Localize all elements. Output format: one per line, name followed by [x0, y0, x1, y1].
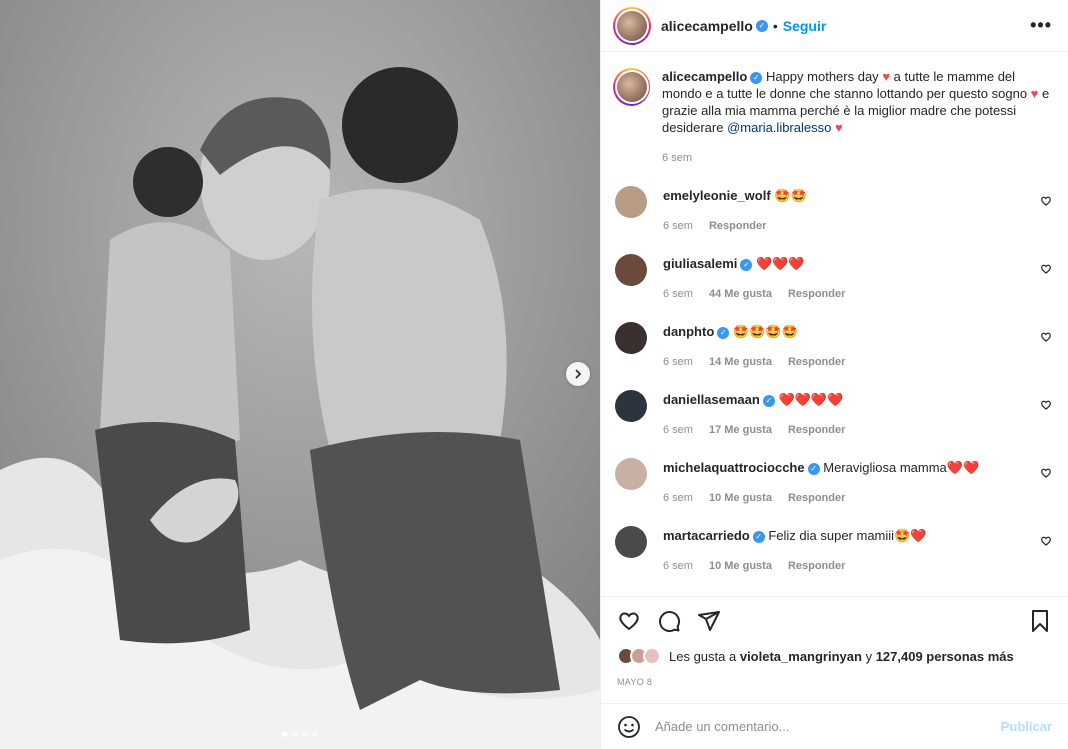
comment-input[interactable]	[655, 719, 1001, 734]
carousel-dot	[282, 731, 288, 737]
comment-row: danphto ✓ 🤩🤩🤩🤩 6 sem 14 Me gusta Responde…	[613, 319, 1052, 371]
reply-button[interactable]: Responder	[788, 490, 845, 507]
smiley-icon[interactable]	[617, 715, 641, 739]
carousel-dot	[312, 731, 318, 737]
comment-text: Feliz dia super mamiii🤩❤️	[768, 528, 927, 543]
publish-button[interactable]: Publicar	[1001, 719, 1052, 734]
heart-emoji-icon: ♥	[834, 120, 843, 135]
comment-row: michelaquattrociocche ✓ Meravigliosa mamm…	[613, 455, 1052, 507]
share-icon[interactable]	[697, 609, 721, 633]
heart-icon[interactable]	[617, 609, 641, 633]
comment-time[interactable]: 6 sem	[663, 218, 693, 235]
heart-icon[interactable]	[1040, 399, 1052, 411]
comment-avatar[interactable]	[615, 458, 647, 490]
comment-time[interactable]: 6 sem	[663, 558, 693, 575]
comment-icon[interactable]	[657, 609, 681, 633]
comment-time[interactable]: 6 sem	[663, 490, 693, 507]
comment-username[interactable]: emelyleonie_wolf	[663, 188, 771, 203]
verified-badge-icon: ✓	[762, 394, 775, 407]
reply-button[interactable]: Responder	[788, 286, 845, 303]
post-header: alicecampello ✓ • Seguir •••	[601, 0, 1068, 52]
comment-avatar[interactable]	[615, 322, 647, 354]
comment-text: ❤️❤️❤️❤️	[778, 392, 844, 407]
verified-badge-icon: ✓	[752, 530, 765, 543]
instagram-post: alicecampello ✓ • Seguir ••• alicecampel…	[0, 0, 1068, 749]
post-date[interactable]: MAYO 8	[617, 677, 1052, 687]
caption-avatar[interactable]	[613, 68, 651, 106]
comment-likes[interactable]: 44 Me gusta	[709, 286, 772, 303]
comment-row: daniellasemaan ✓ ❤️❤️❤️❤️ 6 sem 17 Me gus…	[613, 387, 1052, 439]
carousel-dot	[302, 731, 308, 737]
bookmark-icon[interactable]	[1028, 609, 1052, 633]
carousel-dots	[0, 731, 600, 737]
comment-likes[interactable]: 10 Me gusta	[709, 558, 772, 575]
verified-badge-icon: ✓	[755, 19, 768, 32]
heart-icon[interactable]	[1040, 263, 1052, 275]
likes-prefix: Les gusta a	[669, 648, 737, 664]
comments-list[interactable]: alicecampello ✓ Happy mothers day ♥ a tut…	[601, 52, 1068, 596]
comment-row: martacarriedo ✓ Feliz dia super mamiii🤩❤️…	[613, 523, 1052, 575]
comment-username[interactable]: giuliasalemi	[663, 256, 737, 271]
likes-others[interactable]: 127,409 personas más	[876, 649, 1014, 664]
more-icon[interactable]: •••	[1030, 15, 1052, 36]
heart-icon[interactable]	[1040, 331, 1052, 343]
heart-icon[interactable]	[1040, 535, 1052, 547]
caption-mention[interactable]: @maria.libralesso	[727, 120, 831, 135]
verified-badge-icon: ✓	[717, 326, 730, 339]
comment-time[interactable]: 6 sem	[663, 354, 693, 371]
comment-username[interactable]: daniellasemaan	[663, 392, 760, 407]
photo-illustration	[0, 0, 600, 749]
add-comment-bar: Publicar	[601, 703, 1068, 749]
comment-row: giuliasalemi ✓ ❤️❤️❤️ 6 sem 44 Me gusta R…	[613, 251, 1052, 303]
heart-emoji-icon: ♥	[1030, 86, 1039, 101]
caption-time[interactable]: 6 sem	[662, 150, 692, 167]
verified-badge-icon: ✓	[740, 258, 753, 271]
reply-button[interactable]: Responder	[788, 422, 845, 439]
likes-and: y	[865, 648, 873, 664]
reply-button[interactable]: Responder	[788, 558, 845, 575]
comment-avatar[interactable]	[615, 254, 647, 286]
liker-avatars[interactable]	[617, 647, 661, 665]
comment-avatar[interactable]	[615, 526, 647, 558]
caption-text: Happy mothers day	[765, 69, 879, 84]
author-username[interactable]: alicecampello	[661, 18, 753, 34]
comment-time[interactable]: 6 sem	[663, 422, 693, 439]
heart-emoji-icon: ♥	[882, 69, 891, 84]
comment-likes[interactable]: 14 Me gusta	[709, 354, 772, 371]
comment-text: Meravigliosa mamma❤️❤️	[823, 460, 980, 475]
heart-icon[interactable]	[1040, 195, 1052, 207]
next-photo-button[interactable]	[566, 362, 590, 386]
comment-text: 🤩🤩	[774, 188, 807, 203]
author-avatar[interactable]	[613, 6, 651, 45]
comment-avatar[interactable]	[615, 186, 647, 218]
verified-badge-icon: ✓	[750, 71, 763, 84]
post-caption: alicecampello ✓ Happy mothers day ♥ a tut…	[613, 68, 1052, 167]
reply-button[interactable]: Responder	[788, 354, 845, 371]
comment-text: ❤️❤️❤️	[756, 256, 805, 271]
comment-likes[interactable]: 10 Me gusta	[709, 490, 772, 507]
caption-username[interactable]: alicecampello	[662, 69, 747, 84]
likes-user[interactable]: violeta_mangrinyan	[740, 649, 862, 664]
reply-button[interactable]: Responder	[709, 218, 766, 235]
comment-username[interactable]: michelaquattrociocche	[663, 460, 805, 475]
chevron-right-icon	[575, 369, 582, 379]
comment-row: emelyleonie_wolf 🤩🤩 6 sem Responder	[613, 183, 1052, 235]
comment-likes[interactable]: 17 Me gusta	[709, 422, 772, 439]
comment-avatar[interactable]	[615, 390, 647, 422]
post-photo[interactable]	[0, 0, 600, 749]
separator-dot: •	[772, 17, 778, 34]
carousel-dot	[292, 731, 298, 737]
comment-username[interactable]: martacarriedo	[663, 528, 750, 543]
post-side-panel: alicecampello ✓ • Seguir ••• alicecampel…	[600, 0, 1068, 749]
heart-icon[interactable]	[1040, 467, 1052, 479]
post-actions: Les gusta a violeta_mangrinyan y 127,409…	[601, 596, 1068, 687]
comment-username[interactable]: danphto	[663, 324, 714, 339]
verified-badge-icon: ✓	[807, 462, 820, 475]
likes-summary: Les gusta a violeta_mangrinyan y 127,409…	[617, 647, 1052, 665]
follow-button[interactable]: Seguir	[783, 18, 827, 34]
comment-time[interactable]: 6 sem	[663, 286, 693, 303]
comment-text: 🤩🤩🤩🤩	[732, 324, 798, 339]
